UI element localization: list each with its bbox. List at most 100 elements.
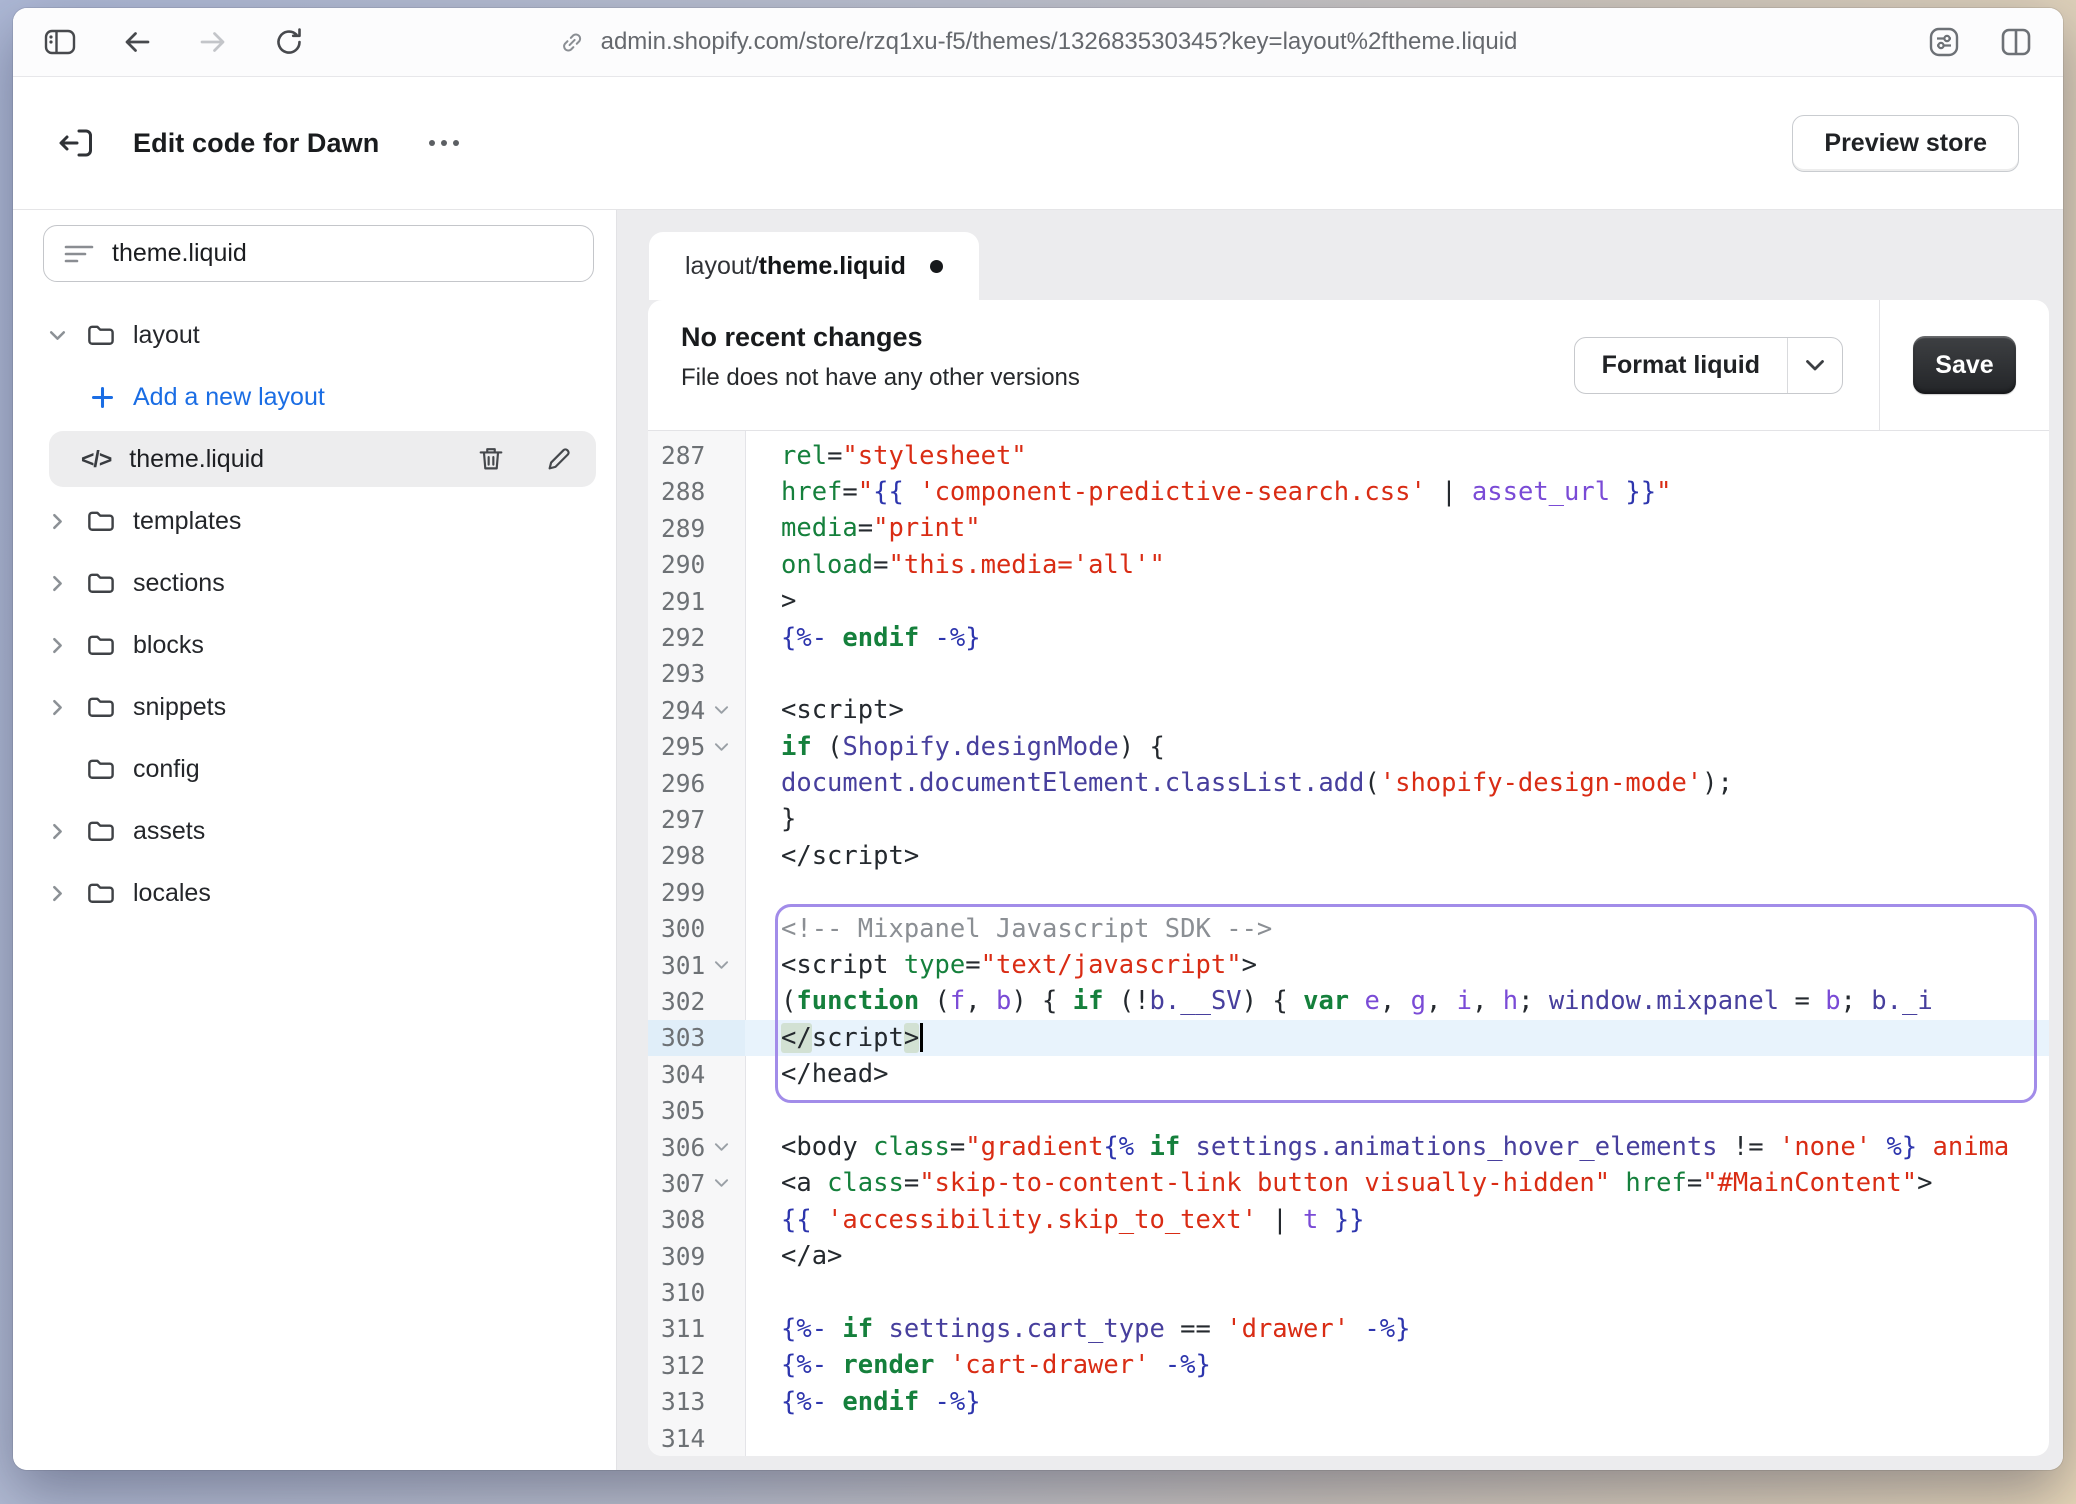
code-line-text: (function (f, b) { if (!b.__SV) { var e,… [745,983,2049,1019]
sidebar-toggle-icon[interactable] [43,26,77,58]
editor-card-header: No recent changes File does not have any… [648,300,2049,431]
filter-icon [64,241,94,267]
file-search-input[interactable] [112,239,573,268]
code-line-text: onload="this.media='all'" [745,547,2049,583]
code-line-text: } [745,801,2049,837]
page-settings-icon[interactable] [1927,25,1961,59]
line-number: 288 [661,477,705,506]
tab-theme-liquid[interactable]: layout/theme.liquid [649,232,979,300]
sidebar-item-label: layout [133,321,200,350]
reload-icon[interactable] [273,26,305,58]
fold-chevron-icon[interactable] [714,1178,729,1188]
text-cursor [920,1023,923,1052]
file-search-box [43,225,594,282]
code-line: 288 href="{{ 'component-predictive-searc… [648,474,2049,510]
folder-icon [85,754,116,785]
app-header: Edit code for Dawn Preview store [13,77,2063,210]
folder-icon [85,506,116,537]
folder-icon [85,630,116,661]
sidebar-item-templates[interactable]: templates [13,490,616,552]
code-line-text: <script type="text/javascript"> [745,947,2049,983]
fold-chevron-icon[interactable] [714,1142,729,1152]
status-subtitle: File does not have any other versions [681,364,1574,392]
more-actions-icon[interactable] [421,132,467,154]
sidebar-item-label: snippets [133,693,226,722]
code-line-text: {%- if settings.cart_type == 'drawer' -%… [745,1311,2049,1347]
sidebar-item-blocks[interactable]: blocks [13,614,616,676]
file-tree: layout Add a new layout </> theme.liquid tem… [13,304,616,924]
file-sidebar: layout Add a new layout </> theme.liquid tem… [13,210,617,1470]
back-icon[interactable] [121,26,153,58]
fold-chevron-icon[interactable] [714,960,729,970]
code-line-text [745,1092,2049,1128]
code-line-text: </script> [745,838,2049,874]
line-number: 312 [661,1351,705,1380]
exit-code-editor-icon[interactable] [55,122,97,164]
editor-tabbar: layout/theme.liquid [617,210,2063,300]
line-number: 287 [661,441,705,470]
code-line: 296 document.documentElement.classList.a… [648,765,2049,801]
file-item-label: theme.liquid [129,445,264,474]
code-line: 305 [648,1092,2049,1128]
plus-icon [89,384,116,411]
sidebar-item-layout[interactable]: layout [13,304,616,366]
chevron-right-icon [47,821,69,842]
sidebar-item-config[interactable]: config [13,738,616,800]
sidebar-item-sections[interactable]: sections [13,552,616,614]
chevron-right-icon [47,883,69,904]
add-layout-button[interactable]: Add a new layout [13,366,616,428]
rename-file-icon[interactable] [544,444,574,474]
chevron-right-icon [47,635,69,656]
code-line: 304</head> [648,1056,2049,1092]
file-item-theme-liquid[interactable]: </> theme.liquid [49,431,596,487]
code-line-text: {%- endif -%} [745,1384,2049,1420]
chevron-down-icon [1805,359,1825,372]
sidebar-item-snippets[interactable]: snippets [13,676,616,738]
format-liquid-split-button: Format liquid [1574,337,1843,394]
code-line: 314 [648,1420,2049,1456]
line-number: 309 [661,1242,705,1271]
code-line-text: if (Shopify.designMode) { [745,729,2049,765]
chevron-right-icon [47,511,69,532]
chevron-right-icon [47,697,69,718]
code-file-icon: </> [81,446,111,473]
code-line-text [745,874,2049,910]
code-line-text: <a class="skip-to-content-link button vi… [745,1165,2049,1201]
code-editor[interactable]: 286 <link287 rel="stylesheet"288 href="{… [648,431,2049,1456]
code-line: 299 [648,874,2049,910]
line-number: 313 [661,1387,705,1416]
chevron-right-icon [47,573,69,594]
code-line-text: </script> [745,1020,2049,1056]
link-icon [559,29,586,56]
line-number: 286 [661,431,705,434]
page-title: Edit code for Dawn [133,128,379,159]
code-line: 312 {%- render 'cart-drawer' -%} [648,1347,2049,1383]
code-line-text: document.documentElement.classList.add('… [745,765,2049,801]
delete-file-icon[interactable] [476,444,506,474]
code-line-text: {%- endif -%} [745,619,2049,655]
save-button[interactable]: Save [1913,336,2016,394]
url-bar[interactable]: admin.shopify.com/store/rzq1xu-f5/themes… [559,8,1518,76]
code-line: 308 {{ 'accessibility.skip_to_text' | t … [648,1202,2049,1238]
split-view-icon[interactable] [1999,26,2033,58]
status-title: No recent changes [681,322,1574,353]
fold-chevron-icon[interactable] [714,705,729,715]
format-options-button[interactable] [1787,338,1842,393]
tab-dir-label: layout/ [685,252,759,281]
code-line: 287 rel="stylesheet" [648,437,2049,473]
code-line-text: {%- render 'cart-drawer' -%} [745,1347,2049,1383]
preview-store-button[interactable]: Preview store [1792,115,2019,172]
code-line: 302 (function (f, b) { if (!b.__SV) { va… [648,983,2049,1019]
sidebar-item-assets[interactable]: assets [13,800,616,862]
line-number: 311 [661,1314,705,1343]
code-line-text: > [745,583,2049,619]
line-number: 294 [661,696,705,725]
add-layout-label: Add a new layout [133,383,325,412]
line-number: 305 [661,1096,705,1125]
fold-chevron-icon[interactable] [714,742,729,752]
forward-icon[interactable] [197,26,229,58]
tab-file-label: theme.liquid [759,252,906,281]
code-line: 290 onload="this.media='all'" [648,547,2049,583]
sidebar-item-locales[interactable]: locales [13,862,616,924]
format-liquid-button[interactable]: Format liquid [1575,338,1787,393]
